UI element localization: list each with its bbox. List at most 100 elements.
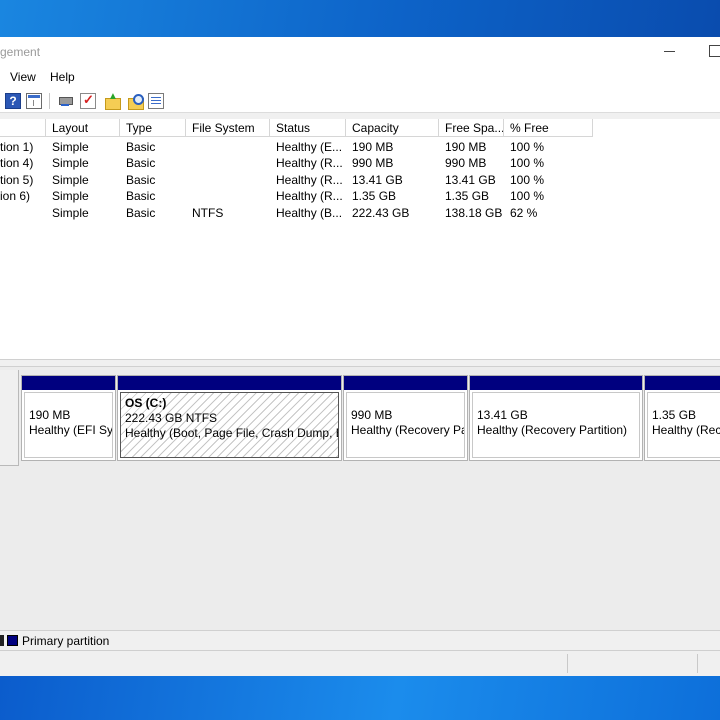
cell-status: Healthy (R... [276,189,343,203]
partition-name: OS (C:) [125,396,167,410]
cell-free-space: 990 MB [445,156,487,170]
toolbar-separator [49,93,50,109]
cell-percent-free: 100 % [510,189,545,203]
partition-size: 190 MB [29,408,71,422]
cell-layout: Simple [52,140,89,154]
partition-status: Healthy (Recovery Partition) [652,423,720,437]
cell-type: Basic [126,156,156,170]
folder-up-icon[interactable] [104,91,121,110]
status-bar [0,650,720,676]
cell-volume: tion 4) [0,156,34,170]
disk-label-panel[interactable] [0,370,19,466]
partition-body: OS (C:) 222.43 GB NTFS Healthy (Boot, Pa… [120,392,339,458]
desktop-background [0,676,720,720]
partition-size: 1.35 GB [652,408,697,422]
folder-search-icon[interactable] [127,93,144,110]
cell-type: Basic [126,206,156,220]
partition-status: Healthy (EFI System Partition) [29,423,113,437]
table-row[interactable]: tion 5) Simple Basic Healthy (R... 13.41… [0,172,600,188]
column-header-capacity[interactable]: Capacity [346,119,439,137]
cell-volume: ion 6) [0,189,31,203]
cell-status: Healthy (R... [276,173,343,187]
cell-file-system [186,188,270,204]
partition-recovery-1[interactable]: 990 MB Healthy (Recovery Partition) [343,375,468,461]
partition-efi[interactable]: 190 MB Healthy (EFI System Partition) [21,375,116,461]
status-separator [697,654,698,673]
maximize-icon[interactable] [705,41,720,61]
cell-percent-free: 62 % [510,206,538,220]
table-row[interactable]: tion 4) Simple Basic Healthy (R... 990 M… [0,155,600,171]
cell-capacity: 990 MB [352,156,394,170]
cell-file-system [186,172,270,188]
menu-view[interactable]: View [8,70,38,84]
cell-status: Healthy (E... [276,140,343,154]
cell-percent-free: 100 % [510,140,545,154]
cell-free-space: 13.41 GB [445,173,496,187]
desktop-background [0,0,720,37]
cell-percent-free: 100 % [510,156,545,170]
cell-type: Basic [126,189,156,203]
column-header-percent-free[interactable]: % Free [504,119,593,137]
column-header-type[interactable]: Type [120,119,186,137]
legend-bar: Primary partition [0,630,720,650]
title-bar: gement [0,37,720,67]
show-hide-console-icon[interactable] [26,93,42,109]
table-row[interactable]: tion 1) Simple Basic Healthy (E... 190 M… [0,139,600,155]
cell-free-space: 190 MB [445,140,487,154]
partition-body: 190 MB Healthy (EFI System Partition) [24,392,113,458]
cell-capacity: 1.35 GB [352,189,397,203]
volume-list: Layout Type File System Status Capacity … [0,119,720,359]
cell-layout: Simple [52,206,89,220]
cell-type: Basic [126,140,156,154]
partition-size: 13.41 GB [477,408,528,422]
cell-file-system [186,155,270,171]
partition-type-bar [344,376,467,390]
cell-type: Basic [126,173,156,187]
menu-help[interactable]: Help [48,70,77,84]
cell-capacity: 13.41 GB [352,173,403,187]
partition-recovery-2[interactable]: 13.41 GB Healthy (Recovery Partition) [469,375,643,461]
table-row[interactable]: ion 6) Simple Basic Healthy (R... 1.35 G… [0,188,600,204]
partition-body: 13.41 GB Healthy (Recovery Partition) [472,392,640,458]
legend-swatch-unallocated [0,635,4,646]
cell-volume [0,205,46,221]
help-icon[interactable]: ? [5,93,21,109]
cell-free-space: 1.35 GB [445,189,490,203]
window-title: gement [0,45,41,59]
column-header-file-system[interactable]: File System [186,119,270,137]
cell-free-space: 138.18 GB [445,206,503,220]
graphical-disk-view: 190 MB Healthy (EFI System Partition) OS… [0,367,720,630]
disk-management-window: gement View Help ? Layout Type File Syst… [0,37,720,676]
partition-type-bar [645,376,720,390]
minimize-icon[interactable] [660,41,680,61]
menu-bar: View Help [0,67,720,89]
column-header-free-space[interactable]: Free Spa... [439,119,504,137]
connect-virtual-disk-icon[interactable] [57,93,73,109]
cell-layout: Simple [52,173,89,187]
partition-size: 222.43 GB NTFS [125,411,218,425]
partition-recovery-3[interactable]: 1.35 GB Healthy (Recovery Partition) [644,375,720,461]
properties-icon[interactable] [148,93,164,109]
partition-type-bar [118,376,341,390]
legend-swatch-primary [7,635,18,646]
partition-status: Healthy (Recovery Partition) [477,423,628,437]
cell-capacity: 222.43 GB [352,206,410,220]
partition-status: Healthy (Boot, Page File, Crash Dump, Ba… [125,426,338,440]
partition-size: 990 MB [351,408,393,422]
legend-label-primary: Primary partition [22,634,110,648]
partition-type-bar [470,376,642,390]
partition-body: 990 MB Healthy (Recovery Partition) [346,392,465,458]
cell-file-system: NTFS [192,206,224,220]
checklist-icon[interactable] [80,92,96,109]
cell-status: Healthy (R... [276,156,343,170]
column-header-status[interactable]: Status [270,119,346,137]
cell-layout: Simple [52,189,89,203]
partition-type-bar [22,376,115,390]
cell-layout: Simple [52,156,89,170]
column-header-volume[interactable] [0,119,46,137]
pane-splitter[interactable] [0,359,720,367]
cell-status: Healthy (B... [276,206,343,220]
column-header-layout[interactable]: Layout [46,119,120,137]
table-row[interactable]: Simple Basic NTFS Healthy (B... 222.43 G… [0,205,600,221]
partition-os-c[interactable]: OS (C:) 222.43 GB NTFS Healthy (Boot, Pa… [117,375,342,461]
